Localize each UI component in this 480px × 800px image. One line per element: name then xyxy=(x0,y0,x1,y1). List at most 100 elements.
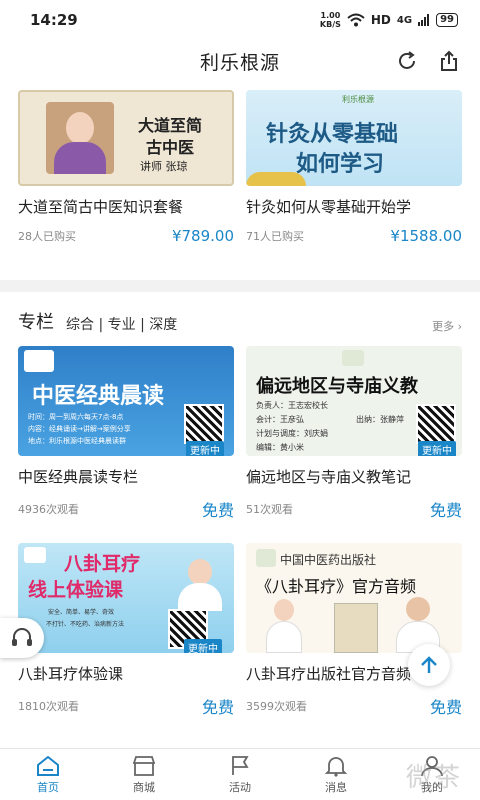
cover-line-1: 安全、简单、易学、奇效 xyxy=(48,609,115,616)
share-button[interactable] xyxy=(436,48,462,74)
status-bar: 14:29 1.00 KB/S HD 4G 99 xyxy=(0,0,480,40)
app-header: 利乐根源 xyxy=(0,40,480,82)
refresh-button[interactable] xyxy=(394,48,420,74)
column-section: 专栏 综合 | 专业 | 深度 更多 › 中医经典晨读 时间：周一到周六每天7点… xyxy=(0,292,480,748)
price-free: 免费 xyxy=(429,501,462,520)
course-title: 针灸如何从零基础开始学 xyxy=(246,198,412,216)
column-filter-tabs[interactable]: 综合 | 专业 | 深度 xyxy=(66,314,177,334)
shop-icon xyxy=(132,755,156,776)
signal-bars-icon xyxy=(418,14,430,26)
section-divider xyxy=(0,280,480,292)
course-title: 大道至简古中医知识套餐 xyxy=(18,198,184,216)
view-count: 4936次观看 xyxy=(18,503,79,516)
column-card[interactable]: 偏远地区与寺庙义教 负责人：王志宏校长 会计：王彦弘 出纳：张静萍 计划与调度：… xyxy=(246,346,462,521)
cover-line-2: 不打针、不吃药、治病新方法 xyxy=(46,621,125,628)
column-item-title: 偏远地区与寺庙义教笔记 xyxy=(246,468,412,486)
tab-label: 消息 xyxy=(325,780,347,794)
column-item-title: 中医经典晨读专栏 xyxy=(18,468,139,486)
column-title: 专栏 xyxy=(18,312,54,333)
view-count: 3599次观看 xyxy=(246,700,307,713)
signal-indicator: 4G xyxy=(396,14,413,26)
buyer-count: 28人已购买 xyxy=(18,230,76,243)
back-to-top-button[interactable] xyxy=(408,644,450,686)
wifi-icon xyxy=(347,13,365,27)
cover-title-1: 八卦耳疗 xyxy=(64,553,141,575)
watermark: 微茶 xyxy=(405,763,462,793)
doctor-photo xyxy=(178,559,222,611)
column-card[interactable]: 中医经典晨读 时间：周一到周六每天7点-8点 内容：经典诵读→讲解→案例分享 地… xyxy=(18,346,234,521)
cover-line-2: 会计：王彦弘 xyxy=(256,415,304,424)
course-price: ¥789.00 xyxy=(171,227,234,245)
page-title: 利乐根源 xyxy=(199,51,280,74)
update-tag: 更新中 xyxy=(418,441,456,456)
price-free: 免费 xyxy=(201,698,234,717)
column-cover: 偏远地区与寺庙义教 负责人：王志宏校长 会计：王彦弘 出纳：张静萍 计划与调度：… xyxy=(246,346,462,456)
logo-badge xyxy=(342,350,364,366)
home-icon xyxy=(37,755,59,776)
cover-title-1: 针灸从零基础 xyxy=(266,122,399,147)
tab-label: 首页 xyxy=(37,780,59,794)
course-cover: 大道至简 古中医 讲师 张琼 xyxy=(18,90,234,186)
column-item-title: 八卦耳疗体验课 xyxy=(18,665,124,683)
course-card[interactable]: 利乐根源 针灸从零基础 如何学习 针灸如何从零基础开始学 71人已购买 ¥158… xyxy=(246,90,462,245)
bell-icon xyxy=(324,756,348,777)
cover-line-1: 负责人：王志宏校长 xyxy=(256,401,328,410)
more-link[interactable]: 更多 › xyxy=(432,318,462,334)
cover-teacher: 讲师 张琼 xyxy=(140,160,188,173)
cover-title-2: 线上体验课 xyxy=(28,579,124,601)
course-section: 大道至简 古中医 讲师 张琼 大道至简古中医知识套餐 28人已购买 ¥789.0… xyxy=(0,82,480,280)
cover-publisher: 中国中医药出版社 xyxy=(280,553,377,567)
tab-label: 商城 xyxy=(133,780,155,794)
more-label: 更多 xyxy=(432,320,455,333)
course-card[interactable]: 大道至简 古中医 讲师 张琼 大道至简古中医知识套餐 28人已购买 ¥789.0… xyxy=(18,90,234,245)
cover-title: 《八卦耳疗》官方音频 xyxy=(256,577,417,596)
decor-flower xyxy=(246,172,306,186)
view-count: 51次观看 xyxy=(246,503,293,516)
customer-service-button[interactable] xyxy=(0,618,44,658)
cover-line-3: 地点：利乐根源中医经典晨读群 xyxy=(28,437,126,445)
price-free: 免费 xyxy=(201,501,234,520)
status-indicators: 1.00 KB/S HD 4G 99 xyxy=(320,11,458,29)
cover-line-3: 出纳：张静萍 xyxy=(356,415,404,424)
qr-code xyxy=(416,404,456,444)
cover-title-2: 如何学习 xyxy=(296,152,385,177)
column-cover: 中医经典晨读 时间：周一到周六每天7点-8点 内容：经典诵读→讲解→案例分享 地… xyxy=(18,346,234,456)
buyer-count: 71人已购买 xyxy=(246,230,304,243)
content-scroll[interactable]: 大道至简 古中医 讲师 张琼 大道至简古中医知识套餐 28人已购买 ¥789.0… xyxy=(0,82,480,748)
doctor-photo xyxy=(266,599,302,653)
headset-icon xyxy=(12,628,32,646)
tab-messages[interactable]: 消息 xyxy=(288,749,384,800)
tab-label: 活动 xyxy=(229,780,251,794)
status-time: 14:29 xyxy=(30,11,78,29)
speed-value: 1.00 xyxy=(320,11,341,20)
view-count: 1810次观看 xyxy=(18,700,79,713)
cover-line-2: 内容：经典诵读→讲解→案例分享 xyxy=(28,425,131,433)
price-free: 免费 xyxy=(429,698,462,717)
tab-home[interactable]: 首页 xyxy=(0,749,96,800)
column-card[interactable]: 中国中医药出版社 《八卦耳疗》官方音频 八卦耳疗出版社官方音频 3599次观看 xyxy=(246,543,462,718)
cover-title-2: 古中医 xyxy=(146,138,195,157)
cover-title: 中医经典晨读 xyxy=(32,384,165,409)
column-cover: 八卦耳疗 线上体验课 安全、简单、易学、奇效 不打针、不吃药、治病新方法 更新中 xyxy=(18,543,234,653)
share-icon xyxy=(441,50,457,71)
hd-indicator: HD xyxy=(370,13,391,27)
cover-logo: 利乐根源 xyxy=(342,95,374,104)
cover-line-4: 计划与调度：刘庆娟 xyxy=(256,429,328,438)
tab-activity[interactable]: 活动 xyxy=(192,749,288,800)
cover-title-1: 大道至简 xyxy=(138,116,203,135)
flag-icon xyxy=(232,755,249,775)
logo-badge xyxy=(24,350,54,372)
arrow-up-icon xyxy=(421,656,437,673)
speed-unit: KB/S xyxy=(319,20,341,29)
column-card[interactable]: 八卦耳疗 线上体验课 安全、简单、易学、奇效 不打针、不吃药、治病新方法 更新中… xyxy=(18,543,234,718)
book-image xyxy=(334,603,378,653)
network-speed: 1.00 KB/S xyxy=(320,11,341,29)
cover-line-5: 编辑：黄小米 xyxy=(256,443,304,452)
logo-badge xyxy=(24,547,46,563)
cover-line-1: 时间：周一到周六每天7点-8点 xyxy=(28,413,124,421)
course-cover: 利乐根源 针灸从零基础 如何学习 xyxy=(246,90,462,186)
update-tag: 更新中 xyxy=(184,639,222,653)
tab-mall[interactable]: 商城 xyxy=(96,749,192,800)
teacher-photo xyxy=(46,102,114,174)
qr-code xyxy=(184,404,224,444)
